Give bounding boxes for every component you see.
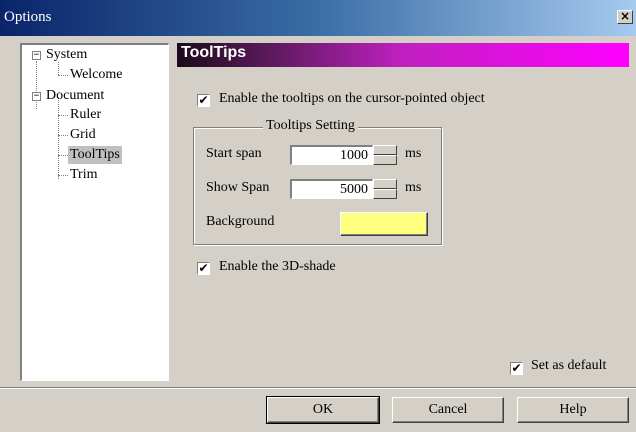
tree-item-label: Trim [70, 167, 98, 182]
section-title: ToolTips [181, 44, 247, 61]
background-color-button[interactable] [340, 212, 428, 236]
help-label: Help [559, 402, 587, 417]
checkmark-icon: ✔ [198, 93, 209, 107]
close-icon: × [619, 9, 631, 23]
enable-3d-shade-checkbox[interactable]: ✔ [197, 262, 210, 275]
start-span-spinner[interactable] [373, 145, 397, 165]
options-dialog: Options × − System Welcome − Document Ru… [0, 0, 636, 432]
collapse-document-icon[interactable]: − [32, 92, 41, 101]
tree-item-label: Grid [70, 127, 96, 142]
show-span-spinner[interactable] [373, 179, 397, 199]
tree-item-tooltips[interactable]: ToolTips [68, 146, 122, 164]
checkmark-icon: ✔ [511, 361, 522, 375]
cancel-button[interactable]: Cancel [392, 397, 504, 423]
spin-down-button[interactable] [373, 189, 397, 199]
tree-item-label: Document [46, 88, 105, 103]
checkmark-icon: ✔ [198, 261, 209, 275]
spin-up-button[interactable] [373, 179, 397, 189]
tree-connector [58, 155, 68, 156]
tree-item-welcome[interactable]: Welcome [70, 66, 123, 84]
tree-connector [58, 115, 68, 116]
close-button[interactable]: × [617, 10, 633, 24]
start-span-input[interactable]: 1000 [290, 145, 373, 165]
enable-3d-shade-label[interactable]: Enable the 3D-shade [219, 259, 336, 275]
show-span-input[interactable]: 5000 [290, 179, 373, 199]
spin-up-button[interactable] [373, 145, 397, 155]
options-tree[interactable]: − System Welcome − Document Ruler Grid T… [20, 43, 169, 381]
title-bar[interactable]: Options × [0, 0, 636, 36]
spin-down-button[interactable] [373, 155, 397, 165]
tree-connector [36, 61, 37, 79]
tree-connector [58, 75, 68, 76]
tree-item-label: ToolTips [70, 147, 120, 162]
collapse-system-icon[interactable]: − [32, 51, 41, 60]
tree-item-document[interactable]: Document [46, 87, 104, 105]
set-as-default-label[interactable]: Set as default [531, 358, 606, 374]
cancel-label: Cancel [428, 402, 468, 417]
window-title: Options [4, 9, 52, 25]
tree-item-label: Ruler [70, 107, 102, 122]
tree-item-ruler[interactable]: Ruler [70, 106, 101, 124]
start-span-value: 1000 [340, 148, 368, 163]
show-span-value: 5000 [340, 182, 368, 197]
ok-button[interactable]: OK [266, 396, 380, 424]
ok-label: OK [312, 402, 334, 417]
show-span-unit: ms [405, 180, 422, 195]
button-separator [0, 387, 636, 389]
enable-tooltips-checkbox[interactable]: ✔ [197, 94, 210, 107]
section-banner: ToolTips [177, 43, 629, 67]
tree-connector [58, 135, 68, 136]
background-label: Background [206, 214, 275, 229]
start-span-unit: ms [405, 146, 422, 161]
tree-item-label: Welcome [70, 67, 123, 82]
tree-item-system[interactable]: System [46, 46, 87, 64]
tree-item-trim[interactable]: Trim [70, 166, 98, 184]
group-title: Tooltips Setting [263, 118, 358, 134]
tree-item-grid[interactable]: Grid [70, 126, 96, 144]
tree-connector [58, 97, 59, 179]
help-button[interactable]: Help [517, 397, 629, 423]
set-as-default-checkbox[interactable]: ✔ [510, 362, 523, 375]
show-span-label: Show Span [206, 180, 270, 195]
enable-tooltips-label[interactable]: Enable the tooltips on the cursor-pointe… [219, 91, 485, 107]
start-span-label: Start span [206, 146, 262, 161]
tree-item-label: System [46, 47, 88, 62]
tree-connector [58, 175, 68, 176]
